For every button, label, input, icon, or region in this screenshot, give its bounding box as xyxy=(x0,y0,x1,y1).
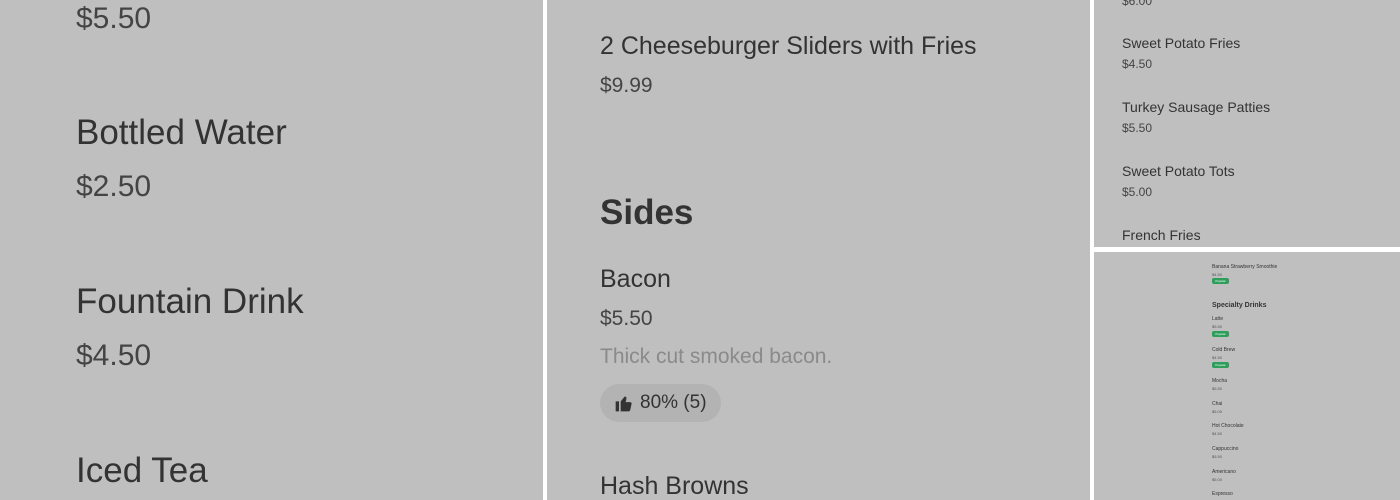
rating-text: 80% (5) xyxy=(640,392,707,413)
item-price: $4.50 xyxy=(1122,57,1153,71)
item-name-sweet-potato-fries[interactable]: Sweet Potato Fries xyxy=(1122,35,1240,51)
section-title-specialty-drinks: Specialty Drinks xyxy=(1212,302,1267,309)
item-price: $4.50 xyxy=(1212,431,1223,436)
item-name-banana-strawberry-smoothie[interactable]: Banana Strawberry Smoothie xyxy=(1212,264,1277,270)
menu-panel-specialty-drinks: Banana Strawberry Smoothie $4.50 Popular… xyxy=(1094,252,1400,500)
item-price: $9.99 xyxy=(600,74,653,97)
item-price: $4.50 xyxy=(1212,272,1223,277)
item-name-iced-tea[interactable]: Iced Tea xyxy=(76,451,208,491)
item-name-chai[interactable]: Chai xyxy=(1212,401,1222,407)
thumbs-up-icon xyxy=(615,396,632,412)
item-description: Thick cut smoked bacon. xyxy=(600,345,833,368)
item-price: $5.50 xyxy=(1212,324,1223,329)
item-name-hash-browns[interactable]: Hash Browns xyxy=(600,472,749,500)
menu-panel-sides: 2 Cheeseburger Sliders with Fries $9.99 … xyxy=(547,0,1090,500)
menu-panel-drinks-zoomed: $5.50 Bottled Water $2.50 Fountain Drink… xyxy=(0,0,543,500)
item-price: $5.50 xyxy=(1212,386,1223,391)
item-name-mocha[interactable]: Mocha xyxy=(1212,378,1227,384)
item-name-cold-brew[interactable]: Cold Brew xyxy=(1212,347,1235,353)
item-name-fountain-drink[interactable]: Fountain Drink xyxy=(76,282,304,322)
item-name-bottled-water[interactable]: Bottled Water xyxy=(76,113,287,153)
item-price: $5.50 xyxy=(76,2,152,35)
item-price: $5.50 xyxy=(1212,454,1223,459)
item-price: $5.00 xyxy=(1212,477,1223,482)
item-price: $2.50 xyxy=(76,170,152,203)
item-price: $4.50 xyxy=(76,339,152,372)
item-price: $4.50 xyxy=(1212,355,1223,360)
item-name-latte[interactable]: Latte xyxy=(1212,316,1223,322)
item-name-cappuccino[interactable]: Cappuccino xyxy=(1212,446,1238,452)
menu-panel-sides-list: $6.00 Sweet Potato Fries $4.50 Turkey Sa… xyxy=(1094,0,1400,247)
section-title-sides: Sides xyxy=(600,193,694,232)
item-name-sweet-potato-tots[interactable]: Sweet Potato Tots xyxy=(1122,163,1235,179)
popular-badge: Popular xyxy=(1212,278,1229,284)
rating-badge: 80% (5) xyxy=(600,384,721,422)
item-name-bacon[interactable]: Bacon xyxy=(600,265,671,294)
popular-badge: Popular xyxy=(1212,331,1229,337)
item-name-cheeseburger-sliders[interactable]: 2 Cheeseburger Sliders with Fries xyxy=(600,32,977,61)
item-name-hot-chocolate[interactable]: Hot Chocolate xyxy=(1212,423,1244,429)
item-price: $5.50 xyxy=(600,307,653,330)
item-price: $5.50 xyxy=(1122,121,1153,135)
item-name-french-fries[interactable]: French Fries xyxy=(1122,227,1201,243)
item-name-turkey-sausage-patties[interactable]: Turkey Sausage Patties xyxy=(1122,99,1270,115)
popular-badge: Popular xyxy=(1212,362,1229,368)
item-price: $5.00 xyxy=(1212,409,1223,414)
item-name-espresso[interactable]: Espresso xyxy=(1212,491,1233,497)
item-name-americano[interactable]: Americano xyxy=(1212,469,1236,475)
item-price: $6.00 xyxy=(1122,0,1153,8)
item-price: $5.00 xyxy=(1122,185,1153,199)
